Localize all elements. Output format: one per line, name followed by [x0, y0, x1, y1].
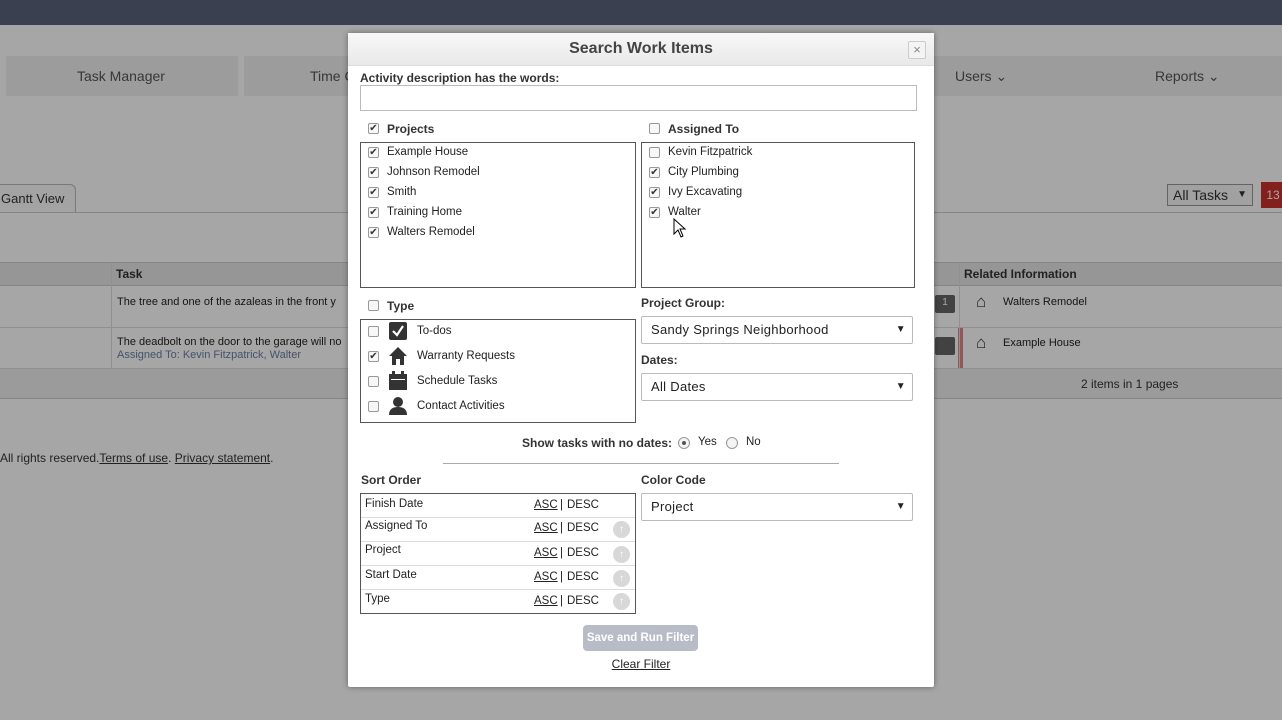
dialog-header: Search Work Items ×	[348, 33, 934, 66]
sort-separator: |	[560, 571, 563, 583]
sort-separator: |	[560, 595, 563, 607]
activity-description-input[interactable]	[360, 85, 917, 111]
move-up-icon[interactable]: ↑	[613, 593, 630, 610]
type-checkbox[interactable]	[368, 401, 379, 412]
sort-separator: |	[560, 522, 563, 534]
project-group-label: Project Group:	[641, 296, 726, 310]
top-bar	[0, 0, 1282, 25]
project-item-label: Smith	[387, 186, 417, 198]
type-item-label: Warranty Requests	[417, 350, 515, 362]
sort-desc-link[interactable]: DESC	[567, 547, 599, 559]
project-group-value: Sandy Springs Neighborhood	[651, 322, 829, 337]
sort-separator: |	[560, 499, 563, 511]
project-item-label: Walters Remodel	[387, 226, 475, 238]
dropdown-arrow-icon: ▼	[895, 381, 906, 392]
project-item-label: Johnson Remodel	[387, 166, 480, 178]
save-and-run-filter-button[interactable]: Save and Run Filter	[583, 625, 698, 651]
move-up-icon[interactable]: ↑	[613, 570, 630, 587]
checkbox-icon	[389, 322, 407, 340]
assignee-checkbox[interactable]	[649, 147, 660, 158]
clear-filter-link[interactable]: Clear Filter	[348, 657, 934, 671]
project-checkbox[interactable]: ✔	[368, 187, 379, 198]
no-dates-yes-radio[interactable]	[678, 437, 690, 449]
type-item-label: Contact Activities	[417, 400, 505, 412]
assignee-item-label: Walter	[668, 206, 701, 218]
project-item-label: Example House	[387, 146, 469, 158]
type-checkbox[interactable]	[368, 376, 379, 387]
sort-asc-link[interactable]: ASC	[534, 522, 558, 534]
sort-field-name: Project	[365, 544, 401, 556]
no-dates-yes-label: Yes	[698, 436, 717, 448]
dialog-title: Search Work Items	[569, 40, 713, 57]
house-icon	[389, 347, 407, 365]
assignee-item-label: City Plumbing	[668, 166, 739, 178]
assignee-checkbox[interactable]: ✔	[649, 167, 660, 178]
assignee-checkbox[interactable]: ✔	[649, 187, 660, 198]
no-dates-no-label: No	[746, 436, 761, 448]
sort-row[interactable]: Project ASC | DESC ↑	[361, 542, 635, 566]
sort-order-label: Sort Order	[361, 473, 422, 487]
project-checkbox[interactable]: ✔	[368, 167, 379, 178]
move-up-icon[interactable]: ↑	[613, 521, 630, 538]
sort-desc-link[interactable]: DESC	[567, 595, 599, 607]
type-checkbox[interactable]	[368, 326, 379, 337]
dates-label: Dates:	[641, 353, 678, 367]
assigned-to-label: Assigned To	[668, 122, 740, 136]
sort-desc-link[interactable]: DESC	[567, 499, 599, 511]
assignee-item-label: Ivy Excavating	[668, 186, 743, 198]
type-all-checkbox[interactable]	[368, 300, 379, 311]
type-item-label: To-dos	[417, 325, 452, 337]
sort-asc-link[interactable]: ASC	[534, 547, 558, 559]
dates-value: All Dates	[651, 379, 706, 394]
sort-desc-link[interactable]: DESC	[567, 571, 599, 583]
sort-field-name: Finish Date	[365, 498, 424, 510]
sort-order-table: Finish Date ASC | DESC Assigned To ASC |…	[360, 493, 636, 614]
color-code-select[interactable]: Project ▼	[641, 493, 913, 521]
dropdown-arrow-icon: ▼	[895, 501, 906, 512]
sort-row[interactable]: Assigned To ASC | DESC ↑	[361, 518, 635, 542]
person-icon	[389, 397, 407, 415]
projects-list[interactable]: ✔ Example House ✔ Johnson Remodel ✔ Smith ✔…	[360, 142, 636, 288]
sort-row[interactable]: Type ASC | DESC ↑	[361, 590, 635, 614]
project-checkbox[interactable]: ✔	[368, 207, 379, 218]
sort-row[interactable]: Finish Date ASC | DESC	[361, 494, 635, 518]
type-checkbox[interactable]: ✔	[368, 351, 379, 362]
assigned-all-checkbox[interactable]	[649, 123, 660, 134]
projects-label: Projects	[387, 122, 435, 136]
dates-select[interactable]: All Dates ▼	[641, 373, 913, 401]
project-checkbox[interactable]: ✔	[368, 147, 379, 158]
project-item-label: Training Home	[387, 206, 462, 218]
projects-all-checkbox[interactable]: ✔	[368, 123, 379, 134]
color-code-value: Project	[651, 499, 694, 514]
activity-description-label: Activity description has the words:	[360, 71, 560, 85]
no-dates-label: Show tasks with no dates:	[522, 436, 673, 450]
sort-field-name: Start Date	[365, 569, 417, 581]
sort-field-name: Assigned To	[365, 520, 428, 532]
dropdown-arrow-icon: ▼	[895, 324, 906, 335]
sort-separator: |	[560, 547, 563, 559]
move-up-icon[interactable]: ↑	[613, 546, 630, 563]
sort-asc-link[interactable]: ASC	[534, 595, 558, 607]
calendar-icon	[389, 371, 407, 390]
mouse-cursor-icon	[673, 218, 687, 238]
type-list[interactable]: To-dos ✔ Warranty Requests Schedule Task…	[360, 319, 636, 423]
type-item-label: Schedule Tasks	[417, 375, 498, 387]
sort-desc-link[interactable]: DESC	[567, 522, 599, 534]
close-icon: ×	[913, 42, 921, 57]
close-button[interactable]: ×	[908, 41, 926, 59]
assigned-to-list[interactable]: Kevin Fitzpatrick ✔ City Plumbing ✔ Ivy Ex…	[641, 142, 915, 288]
no-dates-no-radio[interactable]	[726, 437, 738, 449]
assignee-item-label: Kevin Fitzpatrick	[668, 146, 753, 158]
sort-field-name: Type	[365, 593, 390, 605]
project-group-select[interactable]: Sandy Springs Neighborhood ▼	[641, 316, 913, 344]
search-work-items-dialog: Search Work Items × Activity description…	[348, 33, 934, 687]
assignee-checkbox[interactable]: ✔	[649, 207, 660, 218]
type-label: Type	[387, 299, 415, 313]
sort-row[interactable]: Start Date ASC | DESC ↑	[361, 566, 635, 590]
project-checkbox[interactable]: ✔	[368, 227, 379, 238]
divider	[443, 463, 839, 464]
sort-asc-link[interactable]: ASC	[534, 499, 558, 511]
color-code-label: Color Code	[641, 473, 706, 487]
sort-asc-link[interactable]: ASC	[534, 571, 558, 583]
